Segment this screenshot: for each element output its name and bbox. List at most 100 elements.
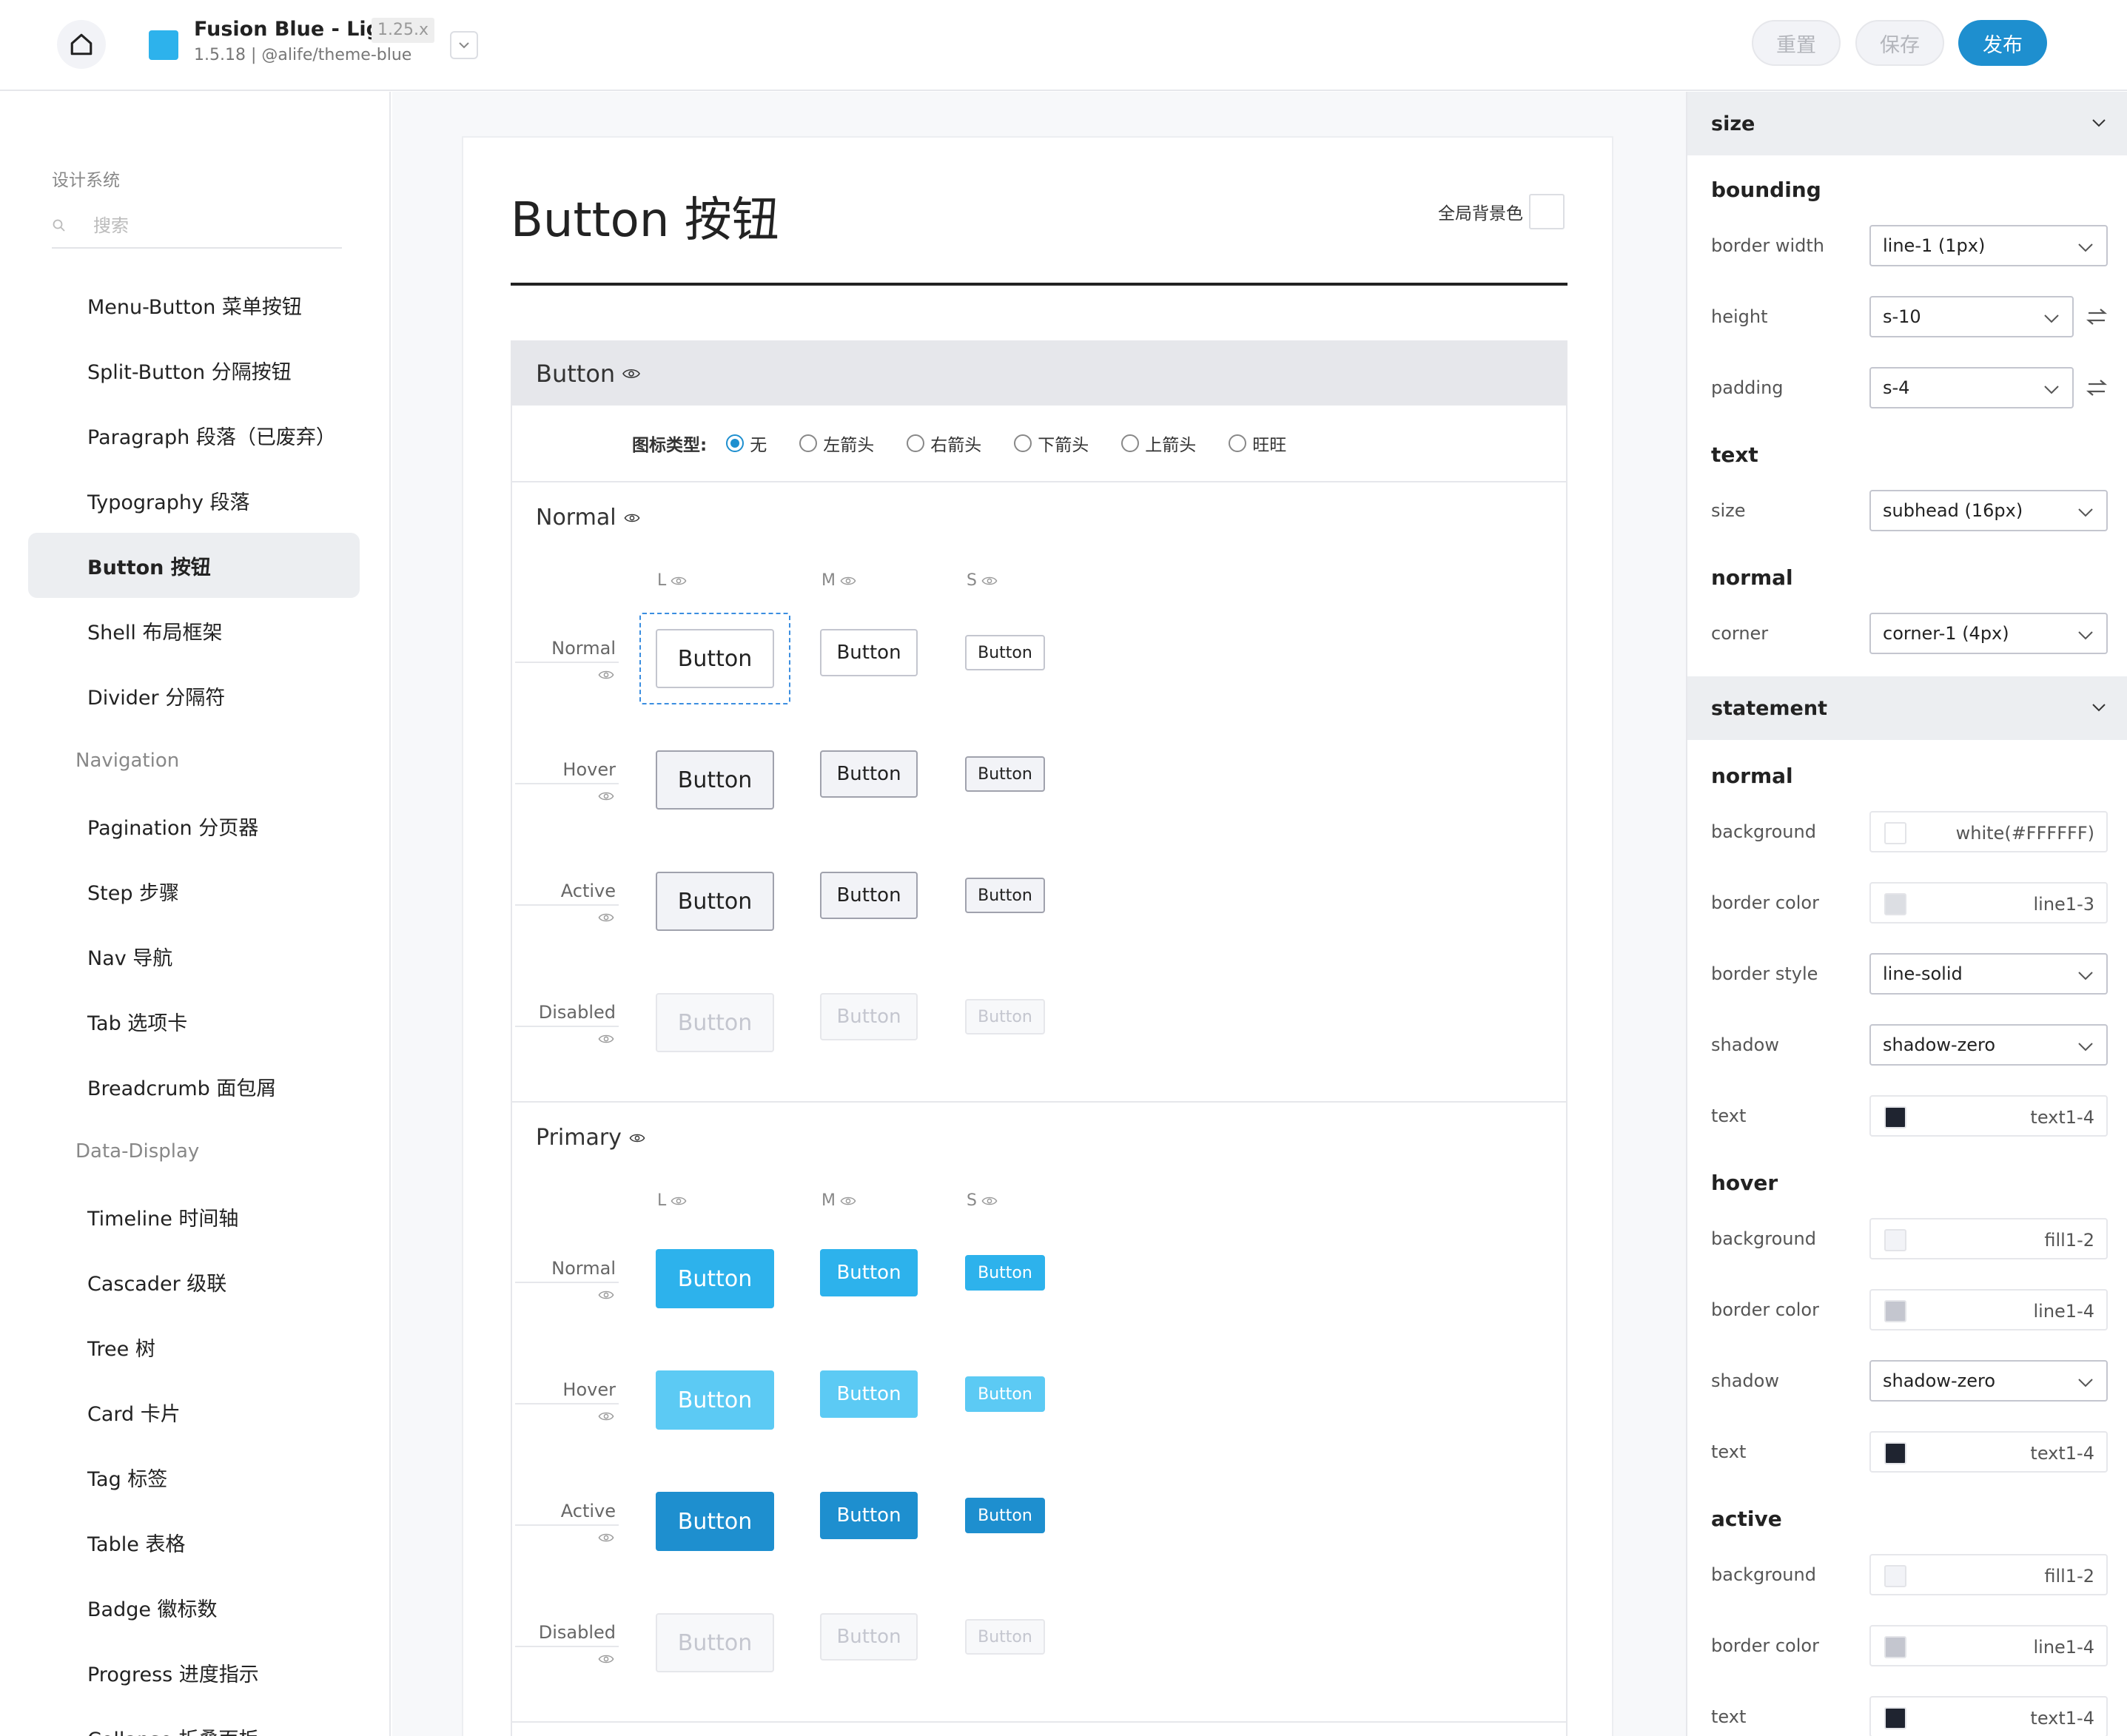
demo-button-normal-active-l[interactable]: Button bbox=[656, 872, 774, 931]
swap-icon[interactable] bbox=[2086, 377, 2108, 399]
radio-label: 右箭头 bbox=[930, 436, 982, 455]
eye-icon[interactable] bbox=[598, 1410, 614, 1424]
demo-button-primary-active-m[interactable]: Button bbox=[820, 1492, 918, 1539]
eye-icon[interactable] bbox=[622, 368, 641, 380]
size-section-header[interactable]: size bbox=[1687, 92, 2127, 155]
sidebar-item[interactable]: Divider 分隔符 bbox=[28, 663, 360, 728]
sidebar-item[interactable]: Menu-Button 菜单按钮 bbox=[28, 272, 360, 337]
eye-icon[interactable] bbox=[598, 912, 614, 926]
demo-button-normal-hover-m[interactable]: Button bbox=[820, 750, 918, 798]
demo-button-primary-normal-l[interactable]: Button bbox=[656, 1249, 774, 1308]
sidebar-item[interactable]: Step 步骤 bbox=[28, 858, 360, 923]
sidebar-item[interactable]: Nav 导航 bbox=[28, 923, 360, 989]
sidebar-item[interactable]: Badge 徽标数 bbox=[28, 1575, 360, 1640]
theme-color-swatch bbox=[149, 30, 178, 60]
eye-icon[interactable] bbox=[840, 576, 856, 586]
normal-border-color[interactable]: line1-3 bbox=[1869, 882, 2108, 923]
sidebar-item[interactable]: Table 表格 bbox=[28, 1510, 360, 1575]
sidebar-item[interactable]: Button 按钮 bbox=[28, 533, 360, 598]
sidebar-item[interactable]: Split-Button 分隔按钮 bbox=[28, 337, 360, 403]
save-button[interactable]: 保存 bbox=[1855, 20, 1944, 66]
eye-icon[interactable] bbox=[598, 1653, 614, 1667]
demo-button-normal-normal-s[interactable]: Button bbox=[965, 635, 1045, 670]
hover-shadow-select[interactable]: shadow-zero bbox=[1869, 1360, 2108, 1402]
normal-text-color[interactable]: text1-4 bbox=[1869, 1095, 2108, 1137]
eye-icon[interactable] bbox=[598, 1289, 614, 1303]
demo-button-primary-normal-m[interactable]: Button bbox=[820, 1249, 918, 1296]
demo-button-normal-normal-m[interactable]: Button bbox=[820, 629, 918, 676]
sidebar-item[interactable]: Tab 选项卡 bbox=[28, 989, 360, 1054]
global-bg-color-picker[interactable] bbox=[1529, 194, 1565, 229]
radio-dot bbox=[726, 434, 745, 452]
eye-icon[interactable] bbox=[598, 790, 614, 804]
text-size-value: subhead (16px) bbox=[1883, 500, 2023, 521]
eye-icon[interactable] bbox=[624, 513, 640, 523]
icon-type-radio[interactable]: 无 bbox=[726, 431, 767, 456]
demo-button-primary-active-l[interactable]: Button bbox=[656, 1492, 774, 1551]
normal-border-style-select[interactable]: line-solid bbox=[1869, 953, 2108, 995]
demo-button-primary-active-s[interactable]: Button bbox=[965, 1498, 1045, 1533]
color-swatch bbox=[1884, 822, 1906, 844]
padding-select[interactable]: s-4 bbox=[1869, 367, 2074, 408]
demo-button-normal-hover-l[interactable]: Button bbox=[656, 750, 774, 810]
eye-icon[interactable] bbox=[671, 576, 687, 586]
demo-button-primary-hover-m[interactable]: Button bbox=[820, 1370, 918, 1418]
demo-button-normal-active-s[interactable]: Button bbox=[965, 878, 1045, 913]
hover-background-color[interactable]: fill1-2 bbox=[1869, 1218, 2108, 1259]
icon-type-radio[interactable]: 旺旺 bbox=[1229, 431, 1286, 456]
demo-button-primary-hover-l[interactable]: Button bbox=[656, 1370, 774, 1430]
sidebar-item[interactable]: Breadcrumb 面包屑 bbox=[28, 1054, 360, 1119]
demo-button-primary-hover-s[interactable]: Button bbox=[965, 1376, 1045, 1412]
eye-icon[interactable] bbox=[629, 1133, 645, 1143]
sidebar-item[interactable]: Tag 标签 bbox=[28, 1444, 360, 1510]
demo-button-normal-hover-s[interactable]: Button bbox=[965, 756, 1045, 792]
demo-header: Button bbox=[512, 342, 1566, 406]
sidebar-item[interactable]: Progress 进度指示 bbox=[28, 1640, 360, 1705]
eye-icon[interactable] bbox=[598, 1532, 614, 1546]
statement-section-header[interactable]: statement bbox=[1687, 676, 2127, 740]
sidebar-item[interactable]: Typography 段落 bbox=[28, 468, 360, 533]
eye-icon[interactable] bbox=[598, 1033, 614, 1047]
normal-shadow-select[interactable]: shadow-zero bbox=[1869, 1024, 2108, 1066]
demo-button-normal-active-m[interactable]: Button bbox=[820, 872, 918, 919]
sidebar-item[interactable]: Collapse 折叠面板 bbox=[28, 1705, 360, 1736]
active-text-color[interactable]: text1-4 bbox=[1869, 1696, 2108, 1736]
icon-type-radio[interactable]: 下箭头 bbox=[1014, 431, 1089, 456]
color-value: text1-4 bbox=[2030, 1708, 2094, 1729]
height-select[interactable]: s-10 bbox=[1869, 296, 2074, 337]
corner-label: corner bbox=[1711, 623, 1769, 644]
icon-type-radio[interactable]: 左箭头 bbox=[799, 431, 874, 456]
eye-icon[interactable] bbox=[981, 1196, 998, 1206]
hover-text-color[interactable]: text1-4 bbox=[1869, 1431, 2108, 1473]
active-border-color[interactable]: line1-4 bbox=[1869, 1625, 2108, 1666]
eye-icon[interactable] bbox=[981, 576, 998, 586]
eye-icon[interactable] bbox=[598, 669, 614, 683]
border-width-select[interactable]: line-1 (1px) bbox=[1869, 225, 2108, 266]
demo-button-primary-normal-s[interactable]: Button bbox=[965, 1255, 1045, 1291]
sidebar-item[interactable]: Cascader 级联 bbox=[28, 1249, 360, 1314]
sidebar-item[interactable]: Tree 树 bbox=[28, 1314, 360, 1379]
icon-type-radio[interactable]: 上箭头 bbox=[1121, 431, 1196, 456]
swap-icon[interactable] bbox=[2086, 306, 2108, 328]
publish-button[interactable]: 发布 bbox=[1958, 20, 2047, 66]
hover-border-color[interactable]: line1-4 bbox=[1869, 1289, 2108, 1330]
sidebar-item[interactable]: Card 卡片 bbox=[28, 1379, 360, 1444]
state-row-label: Normal bbox=[551, 1258, 616, 1279]
normal-background-color[interactable]: white(#FFFFFF) bbox=[1869, 811, 2108, 852]
theme-dropdown-button[interactable] bbox=[450, 31, 478, 59]
corner-select[interactable]: corner-1 (4px) bbox=[1869, 613, 2108, 654]
eye-icon[interactable] bbox=[671, 1196, 687, 1206]
sidebar-item[interactable]: Timeline 时间轴 bbox=[28, 1184, 360, 1249]
sidebar-item[interactable]: Paragraph 段落（已废弃） bbox=[28, 403, 360, 468]
reset-button[interactable]: 重置 bbox=[1752, 20, 1841, 66]
sidebar-item[interactable]: Pagination 分页器 bbox=[28, 793, 360, 858]
sidebar-item[interactable]: Shell 布局框架 bbox=[28, 598, 360, 663]
eye-icon[interactable] bbox=[840, 1196, 856, 1206]
border-style-value: line-solid bbox=[1883, 963, 1963, 984]
home-button[interactable] bbox=[57, 20, 106, 69]
icon-type-radio[interactable]: 右箭头 bbox=[907, 431, 981, 456]
search-input[interactable] bbox=[92, 215, 314, 237]
state-row-label: Active bbox=[560, 881, 616, 901]
text-size-select[interactable]: subhead (16px) bbox=[1869, 490, 2108, 531]
active-background-color[interactable]: fill1-2 bbox=[1869, 1554, 2108, 1595]
